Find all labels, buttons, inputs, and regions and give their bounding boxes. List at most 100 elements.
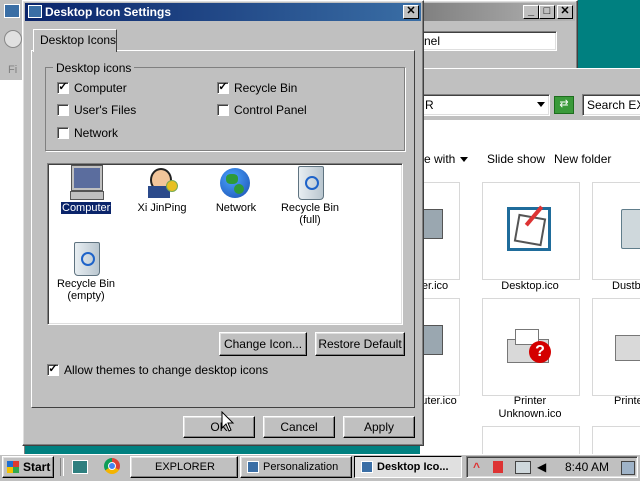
tray-expand-icon[interactable]: ^ bbox=[473, 460, 480, 474]
task-label: Personalization bbox=[263, 461, 339, 473]
task-label: Desktop Ico... bbox=[377, 461, 449, 473]
dialog-title-icon bbox=[28, 5, 42, 18]
control-panel-checkbox-label: Control Panel bbox=[234, 103, 307, 117]
file-tile[interactable]: ? bbox=[482, 298, 580, 396]
dialog-title: Desktop Icon Settings bbox=[45, 5, 172, 19]
icon-label: Network bbox=[215, 202, 257, 214]
change-icon-button[interactable]: Change Icon... bbox=[219, 332, 307, 356]
icon-label-text: Recycle Bin (empty) bbox=[56, 278, 116, 302]
recycle-bin-checkbox[interactable]: ✓ bbox=[217, 82, 229, 94]
slide-show-button[interactable]: Slide show bbox=[487, 152, 545, 166]
file-tile[interactable] bbox=[418, 298, 460, 396]
dialog-titlebar: Desktop Icon Settings bbox=[25, 3, 421, 21]
computer-icon bbox=[70, 166, 104, 200]
search-input[interactable]: Search EXP bbox=[582, 94, 640, 116]
explorer-toolbar: R ⇄ Search EXP bbox=[420, 90, 640, 120]
icon-label: Recycle Bin (full) bbox=[274, 202, 346, 226]
computer-icon bbox=[421, 209, 443, 239]
taskbar-item-explorer[interactable]: EXPLORER bbox=[130, 456, 238, 478]
users-files-checkbox-label: User's Files bbox=[74, 103, 137, 117]
printer-icon bbox=[615, 335, 640, 361]
mouse-cursor-icon bbox=[221, 411, 235, 432]
address-text: nel bbox=[424, 34, 441, 48]
tray-app-icon[interactable] bbox=[621, 461, 635, 475]
explorer-titlebar bbox=[420, 68, 640, 91]
computer-icon bbox=[421, 325, 443, 355]
dropdown-arrow-icon[interactable] bbox=[537, 102, 545, 107]
system-tray: ^ ◀ 8:40 AM bbox=[466, 456, 638, 478]
search-placeholder: Search EXP bbox=[587, 98, 640, 112]
recycle-bin-icon bbox=[621, 209, 640, 249]
recycle-bin-empty-icon bbox=[74, 242, 100, 276]
file-tile[interactable] bbox=[482, 182, 580, 280]
window-icon bbox=[4, 4, 20, 18]
clock[interactable]: 8:40 AM bbox=[565, 460, 609, 474]
icon-label-text: Recycle Bin (full) bbox=[280, 202, 340, 226]
restore-default-button[interactable]: Restore Default bbox=[315, 332, 405, 356]
icon-label: Xi JinPing bbox=[137, 202, 187, 214]
taskbar-item-desktop-icon-settings[interactable]: Desktop Ico... bbox=[354, 456, 462, 478]
ok-button[interactable]: OK bbox=[183, 416, 255, 438]
apply-button[interactable]: Apply bbox=[343, 416, 415, 438]
user-files-icon bbox=[146, 166, 178, 200]
tab-desktop-icons[interactable]: Desktop Icons bbox=[33, 29, 117, 52]
close-button[interactable]: ✕ bbox=[557, 5, 573, 19]
groupbox-title: Desktop icons bbox=[53, 61, 135, 75]
action-center-flag-icon[interactable] bbox=[493, 461, 503, 473]
minimize-button[interactable]: _ bbox=[523, 5, 539, 19]
volume-icon[interactable]: ◀ bbox=[537, 461, 546, 473]
refresh-icon[interactable]: ⇄ bbox=[554, 96, 574, 114]
file-label-text: Printer Unknown.ico bbox=[498, 395, 562, 420]
users-files-checkbox[interactable] bbox=[57, 104, 69, 116]
recycle-bin-checkbox-label: Recycle Bin bbox=[234, 81, 298, 95]
cancel-button[interactable]: Cancel bbox=[263, 416, 335, 438]
desktop-icon-settings-task-icon bbox=[361, 461, 373, 473]
tab-label: Desktop Icons bbox=[40, 33, 117, 47]
chrome-icon[interactable] bbox=[104, 458, 120, 474]
network-checkbox[interactable] bbox=[57, 127, 69, 139]
computer-checkbox[interactable]: ✓ bbox=[57, 82, 69, 94]
icon-list[interactable]: Computer Xi JinPing Network Recycle Bin … bbox=[47, 163, 403, 325]
globe-icon bbox=[220, 168, 250, 198]
left-content-white bbox=[0, 80, 24, 456]
file-label: Desktop.ico bbox=[501, 280, 559, 292]
personalization-icon bbox=[247, 461, 259, 473]
maximize-button[interactable]: □ bbox=[539, 5, 555, 19]
file-label: uter.ico bbox=[421, 395, 457, 407]
allow-themes-checkbox[interactable]: ✓ bbox=[47, 364, 59, 376]
file-tile[interactable] bbox=[592, 182, 640, 280]
file-label: Dustb bbox=[612, 280, 640, 292]
start-label: Start bbox=[23, 460, 51, 474]
printer-unknown-icon: ? bbox=[507, 329, 551, 365]
address-field[interactable]: R bbox=[420, 94, 550, 116]
icon-label-selected: Computer bbox=[59, 201, 113, 215]
desktop-icon-settings-dialog: Desktop Icon Settings ✕ Desktop Icons De… bbox=[22, 0, 424, 446]
left-menu-fragment: Fi bbox=[8, 64, 18, 76]
share-with-button[interactable]: e with bbox=[424, 152, 455, 166]
quicklaunch-divider bbox=[60, 458, 64, 476]
close-button[interactable]: ✕ bbox=[403, 5, 419, 19]
file-label: Printe bbox=[614, 395, 640, 407]
personalization-window: _ □ ✕ nel bbox=[420, 0, 578, 70]
file-tile[interactable] bbox=[592, 298, 640, 396]
allow-themes-label: Allow themes to change desktop icons bbox=[64, 363, 269, 377]
file-label: Printer Unknown.ico bbox=[482, 395, 578, 421]
task-label: EXPLORER bbox=[155, 461, 215, 473]
desktop-icon bbox=[507, 205, 551, 251]
file-tile[interactable] bbox=[418, 182, 460, 280]
recycle-bin-full-icon bbox=[298, 166, 324, 200]
control-panel-checkbox[interactable] bbox=[217, 104, 229, 116]
share-dropdown-icon bbox=[460, 157, 468, 162]
address-value: R bbox=[425, 98, 434, 112]
network-tray-icon[interactable] bbox=[515, 461, 531, 474]
taskbar-item-personalization[interactable]: Personalization bbox=[240, 456, 352, 478]
start-button[interactable]: Start bbox=[2, 456, 54, 478]
address-bar[interactable]: nel bbox=[421, 31, 557, 51]
icon-label: Recycle Bin (empty) bbox=[48, 278, 124, 302]
back-nav-icon[interactable] bbox=[4, 30, 22, 48]
show-desktop-icon[interactable] bbox=[72, 460, 88, 474]
computer-checkbox-label: Computer bbox=[74, 81, 127, 95]
new-folder-button[interactable]: New folder bbox=[554, 152, 611, 166]
explorer-window: R ⇄ Search EXP e with Slide show New fol… bbox=[418, 68, 640, 458]
network-checkbox-label: Network bbox=[74, 126, 119, 140]
